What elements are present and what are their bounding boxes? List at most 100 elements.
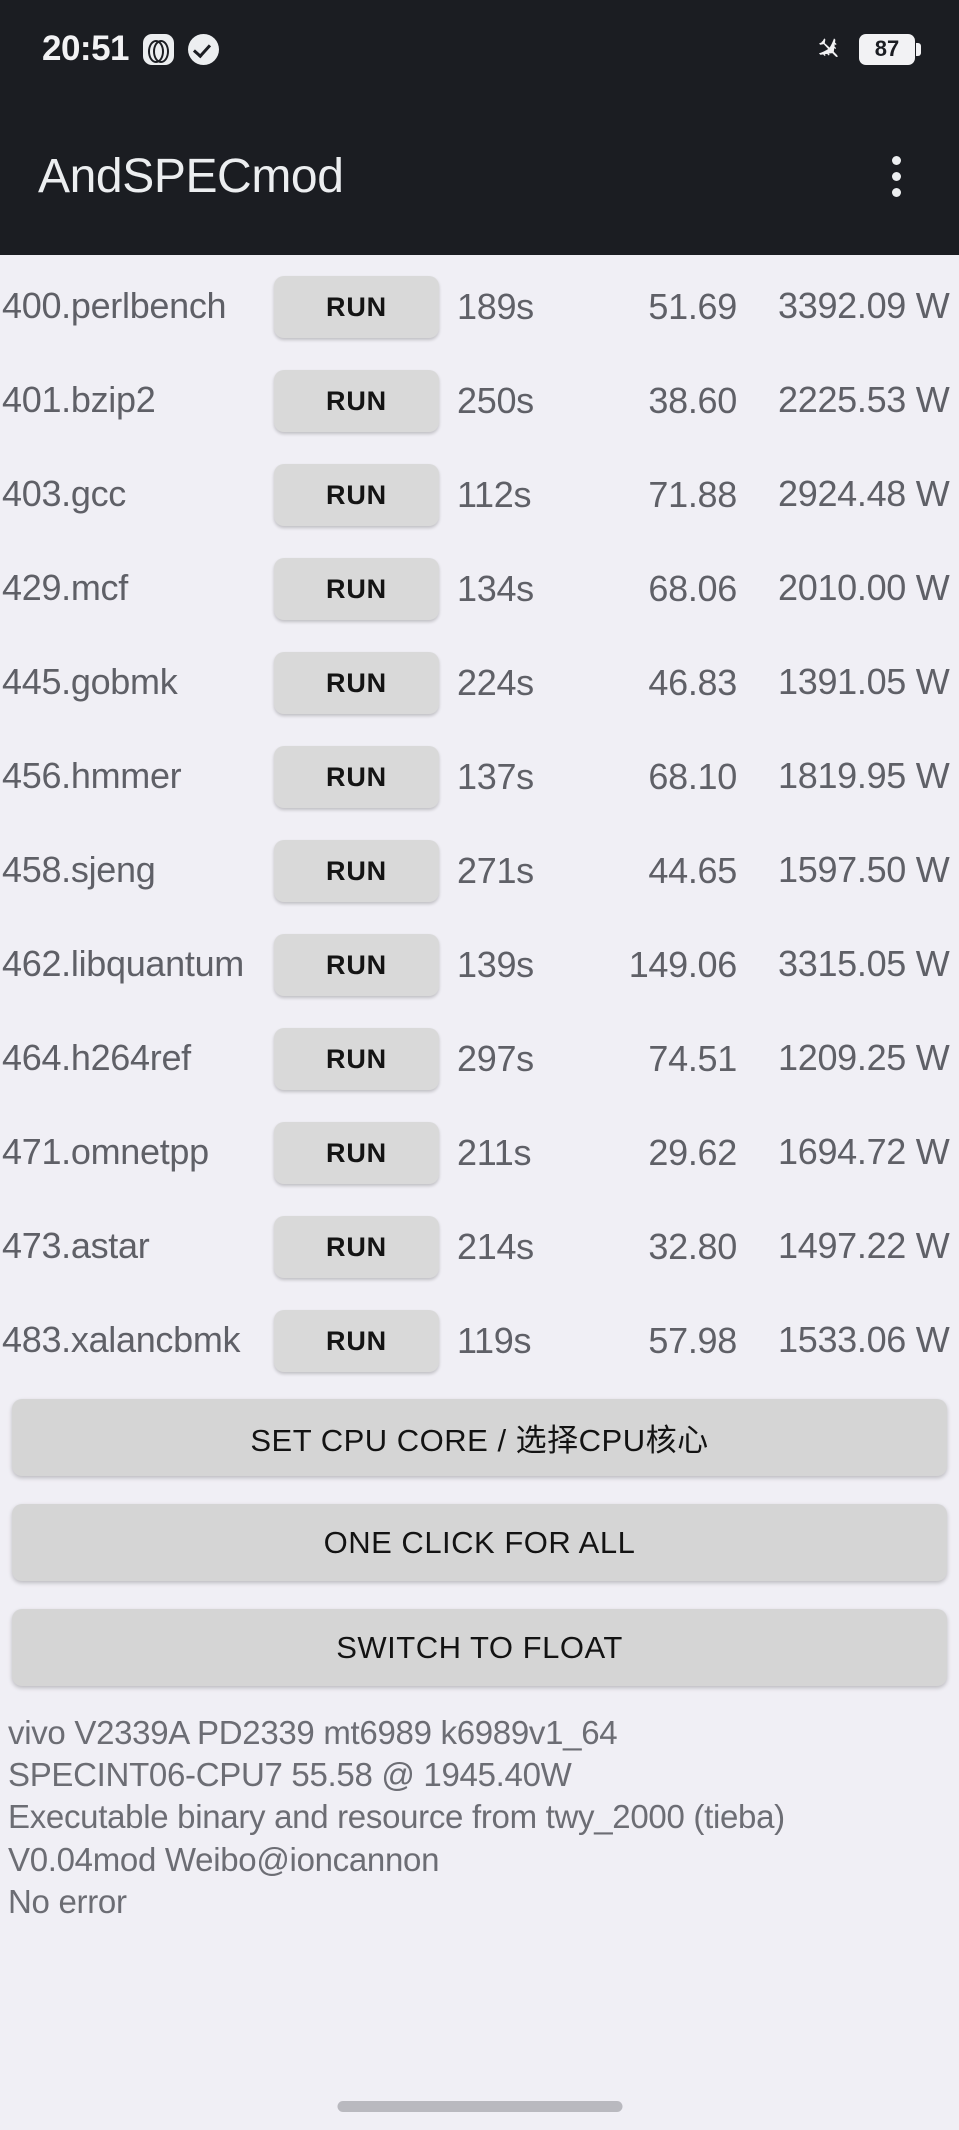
- overflow-dot: [892, 188, 901, 197]
- app-bar: AndSPECmod: [0, 98, 959, 255]
- dual-sim-icon: [143, 33, 175, 65]
- phone-screen: 20:51 ✈ 87 AndSPECmod 400.perlbench RUN 18…: [0, 0, 959, 2130]
- gesture-home-bar[interactable]: [337, 2101, 622, 2112]
- run-button[interactable]: RUN: [274, 464, 439, 526]
- benchmark-power: 1694.72 W: [778, 1130, 950, 1172]
- benchmark-time: 211s: [457, 1132, 532, 1173]
- benchmark-name: 456.hmmer: [2, 755, 182, 797]
- benchmark-name: 458.sjeng: [2, 849, 156, 891]
- run-button[interactable]: RUN: [274, 840, 439, 902]
- run-button[interactable]: RUN: [274, 652, 439, 714]
- overflow-dot: [892, 156, 901, 165]
- benchmark-name: 471.omnetpp: [2, 1131, 209, 1173]
- check-circle-icon: [188, 33, 220, 65]
- benchmark-row: 464.h264ref RUN 297s 74.51 1209.25 W: [0, 1012, 959, 1106]
- benchmark-score: 46.83: [648, 662, 737, 703]
- run-button[interactable]: RUN: [274, 1216, 439, 1278]
- benchmark-row: 445.gobmk RUN 224s 46.83 1391.05 W: [0, 636, 959, 730]
- status-clock: 20:51: [42, 29, 130, 68]
- run-button[interactable]: RUN: [274, 934, 439, 996]
- run-button[interactable]: RUN: [274, 558, 439, 620]
- status-bar-right: ✈ 87: [807, 27, 921, 71]
- benchmark-power: 1597.50 W: [778, 848, 950, 890]
- benchmark-power: 2924.48 W: [778, 472, 950, 514]
- run-button[interactable]: RUN: [274, 370, 439, 432]
- run-button[interactable]: RUN: [274, 276, 439, 338]
- benchmark-name: 473.astar: [2, 1225, 150, 1267]
- benchmark-power: 1533.06 W: [778, 1318, 950, 1360]
- benchmark-score: 74.51: [648, 1038, 737, 1079]
- benchmark-name: 445.gobmk: [2, 661, 178, 703]
- benchmark-power: 2225.53 W: [778, 378, 950, 420]
- benchmark-score: 68.06: [648, 568, 737, 609]
- status-bar: 20:51 ✈ 87: [0, 0, 959, 98]
- benchmark-row: 471.omnetpp RUN 211s 29.62 1694.72 W: [0, 1106, 959, 1200]
- benchmark-name: 401.bzip2: [2, 379, 156, 421]
- overflow-menu-icon[interactable]: [878, 146, 915, 207]
- benchmark-time: 297s: [457, 1038, 534, 1079]
- one-click-for-all-button[interactable]: ONE CLICK FOR ALL: [12, 1504, 947, 1581]
- benchmark-power: 2010.00 W: [778, 566, 950, 608]
- benchmark-score: 57.98: [648, 1320, 737, 1361]
- benchmark-time: 224s: [457, 662, 534, 703]
- run-button[interactable]: RUN: [274, 1310, 439, 1372]
- device-model-line: vivo V2339A PD2339 mt6989 k6989v1_64: [8, 1714, 618, 1751]
- airplane-mode-icon: ✈: [807, 27, 851, 71]
- benchmark-row: 462.libquantum RUN 139s 149.06 3315.05 W: [0, 918, 959, 1012]
- benchmark-score: 68.10: [648, 756, 737, 797]
- benchmark-row: 401.bzip2 RUN 250s 38.60 2225.53 W: [0, 354, 959, 448]
- benchmark-time: 119s: [457, 1320, 532, 1361]
- switch-to-float-button[interactable]: SWITCH TO FLOAT: [12, 1609, 947, 1686]
- run-button[interactable]: RUN: [274, 1122, 439, 1184]
- benchmark-score: 29.62: [648, 1132, 737, 1173]
- benchmark-score: 32.80: [648, 1226, 737, 1267]
- benchmark-summary-line: SPECINT06-CPU7 55.58 @ 1945.40W: [8, 1756, 572, 1794]
- benchmark-time: 137s: [457, 756, 534, 797]
- benchmark-name: 400.perlbench: [2, 285, 227, 327]
- device-info-panel: vivo V2339A PD2339 mt6989 k6989v1_64 SPE…: [0, 1686, 959, 1923]
- benchmark-power: 1497.22 W: [778, 1224, 950, 1266]
- benchmark-time: 214s: [457, 1226, 534, 1267]
- benchmark-time: 134s: [457, 568, 534, 609]
- page-title: AndSPECmod: [38, 150, 344, 203]
- benchmark-name: 403.gcc: [2, 473, 126, 515]
- benchmark-score: 44.65: [648, 850, 737, 891]
- benchmark-score: 71.88: [648, 474, 737, 515]
- action-button-group: SET CPU CORE / 选择CPU核心 ONE CLICK FOR ALL…: [0, 1399, 959, 1686]
- benchmark-row: 483.xalancbmk RUN 119s 57.98 1533.06 W: [0, 1294, 959, 1388]
- benchmark-time: 250s: [457, 380, 534, 421]
- status-bar-left: 20:51: [42, 29, 220, 69]
- benchmark-row: 400.perlbench RUN 189s 51.69 3392.09 W: [0, 260, 959, 354]
- benchmark-name: 429.mcf: [2, 567, 128, 609]
- set-cpu-core-button[interactable]: SET CPU CORE / 选择CPU核心: [12, 1399, 947, 1476]
- benchmark-time: 112s: [457, 474, 532, 515]
- benchmark-time: 139s: [457, 944, 534, 985]
- navigation-area: [0, 1923, 959, 2130]
- benchmark-name: 483.xalancbmk: [2, 1319, 241, 1361]
- benchmark-row: 403.gcc RUN 112s 71.88 2924.48 W: [0, 448, 959, 542]
- battery-indicator: 87: [859, 33, 921, 65]
- overflow-dot: [892, 172, 901, 181]
- benchmark-power: 1819.95 W: [778, 754, 950, 796]
- run-button[interactable]: RUN: [274, 1028, 439, 1090]
- benchmark-score: 149.06: [628, 944, 738, 985]
- binary-source-line: Executable binary and resource from twy_…: [8, 1798, 785, 1836]
- battery-level-label: 87: [859, 33, 915, 65]
- benchmark-power: 3392.09 W: [778, 284, 950, 326]
- battery-cap-icon: [916, 42, 921, 56]
- benchmark-power: 1209.25 W: [778, 1036, 950, 1078]
- benchmark-score: 38.60: [648, 380, 737, 421]
- error-status-line: No error: [8, 1882, 127, 1920]
- run-button[interactable]: RUN: [274, 746, 439, 808]
- benchmark-power: 1391.05 W: [778, 660, 950, 702]
- benchmark-score: 51.69: [648, 286, 737, 327]
- benchmark-row: 458.sjeng RUN 271s 44.65 1597.50 W: [0, 824, 959, 918]
- version-line: V0.04mod Weibo@ioncannon: [8, 1840, 440, 1878]
- benchmark-time: 271s: [457, 850, 534, 891]
- benchmark-time: 189s: [457, 286, 534, 327]
- benchmark-power: 3315.05 W: [778, 942, 950, 984]
- benchmark-list[interactable]: 400.perlbench RUN 189s 51.69 3392.09 W 401.bz…: [0, 255, 959, 1395]
- benchmark-row: 429.mcf RUN 134s 68.06 2010.00 W: [0, 542, 959, 636]
- benchmark-row: 473.astar RUN 214s 32.80 1497.22 W: [0, 1200, 959, 1294]
- benchmark-name: 464.h264ref: [2, 1037, 191, 1079]
